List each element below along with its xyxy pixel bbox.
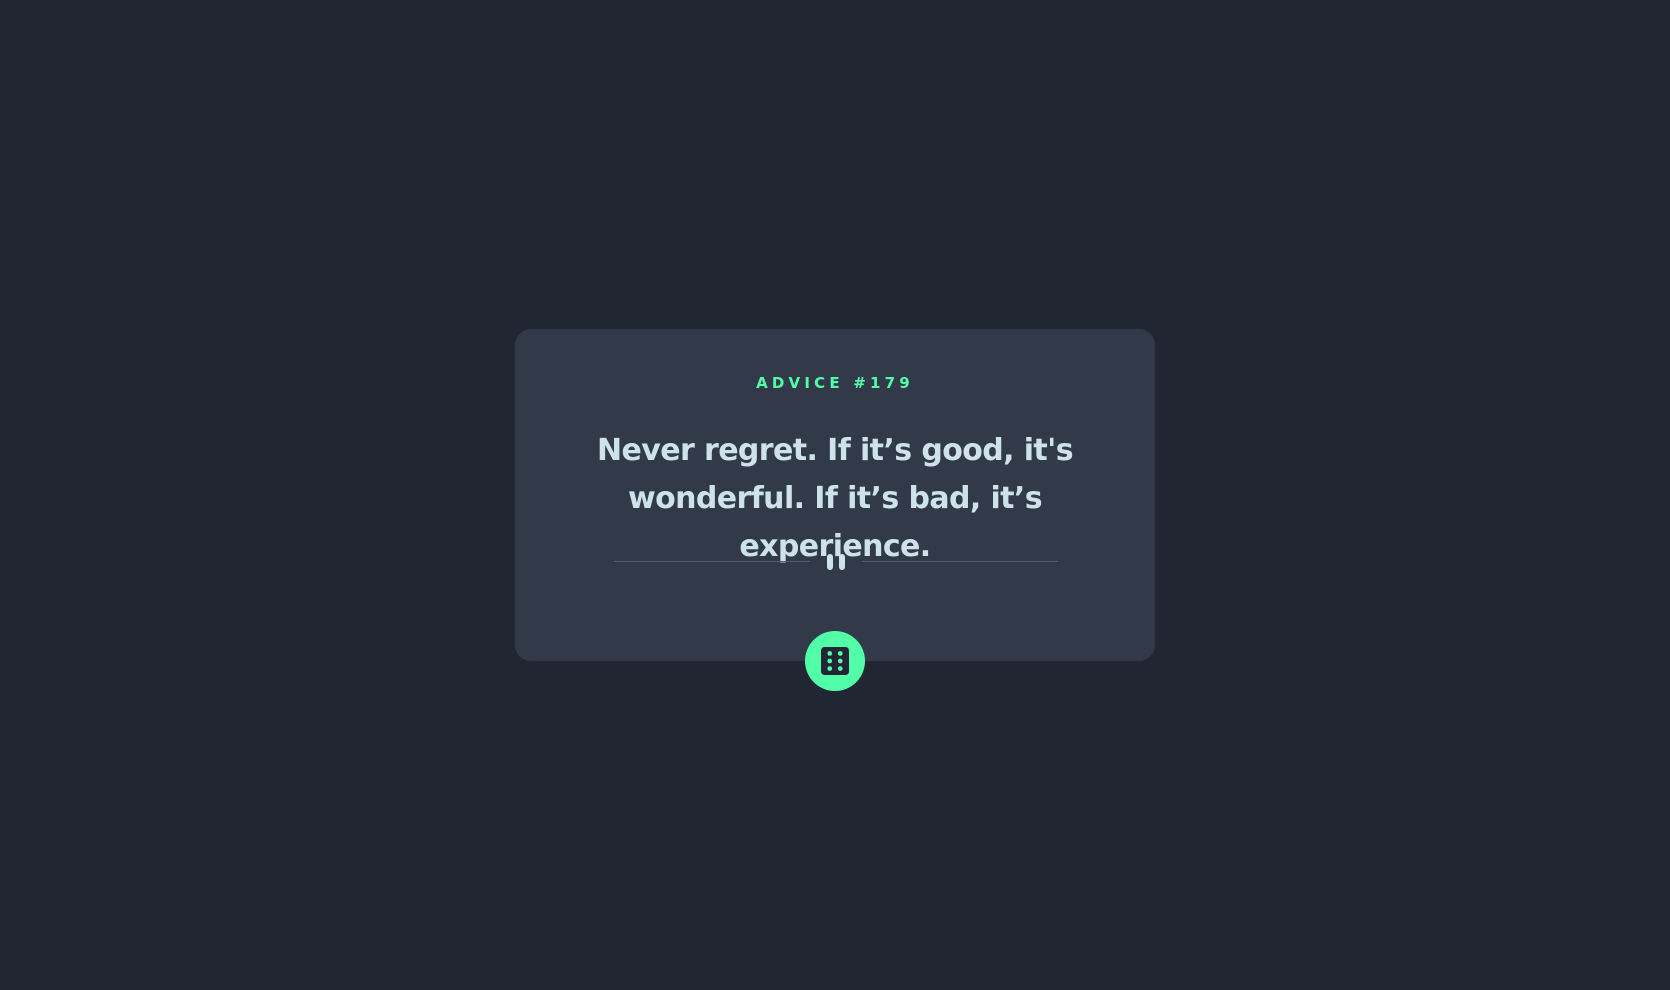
divider-line-right xyxy=(862,561,1058,562)
divider-line-left xyxy=(614,561,810,562)
advice-card: ADVICE #179 Never regret. If it’s good, … xyxy=(515,329,1155,661)
dice-icon xyxy=(821,647,849,675)
advice-quote: Never regret. If it’s good, it's wonderf… xyxy=(597,433,1074,564)
pause-icon xyxy=(824,552,848,572)
advice-number-label: ADVICE #179 xyxy=(756,374,914,392)
new-advice-button[interactable] xyxy=(805,631,865,691)
pattern-divider xyxy=(614,552,1058,572)
